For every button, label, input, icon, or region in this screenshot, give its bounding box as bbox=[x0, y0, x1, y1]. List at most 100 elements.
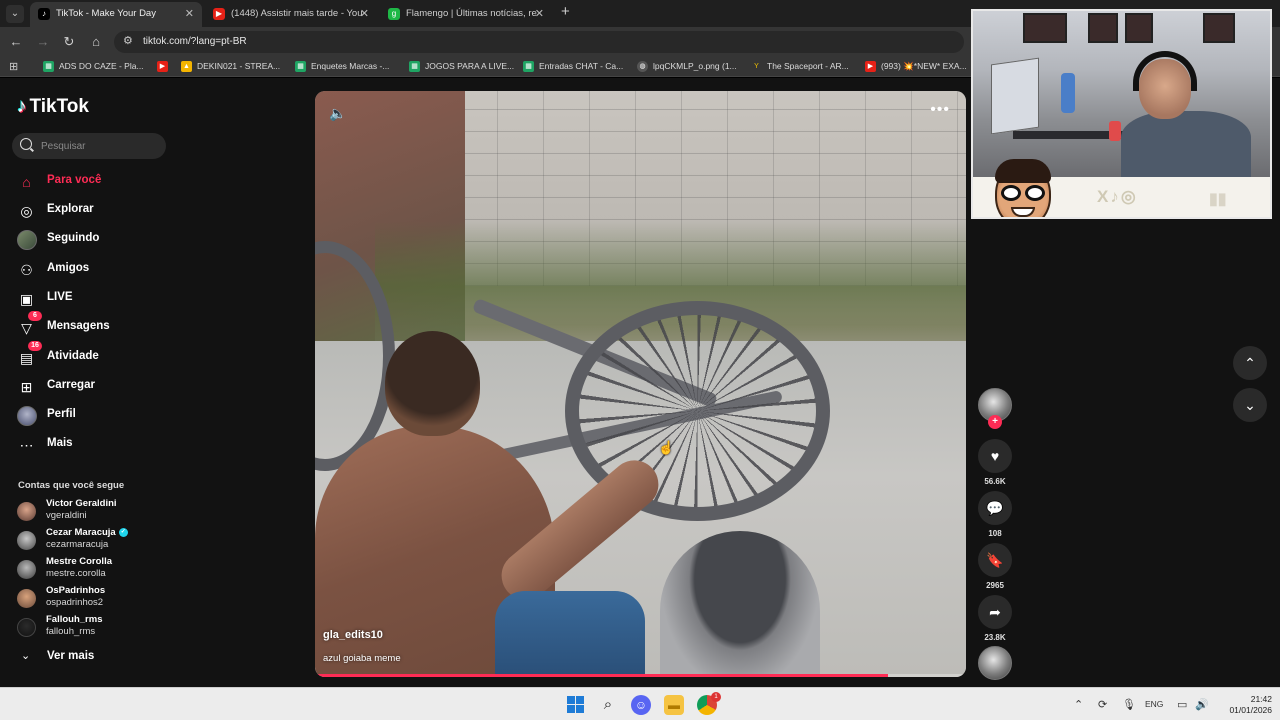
bookmark-icon[interactable]: 🔖 bbox=[978, 543, 1012, 577]
following-avatar bbox=[17, 230, 37, 250]
live-icon: ▣ bbox=[19, 291, 34, 307]
nav-mais[interactable]: ⋯ Mais bbox=[17, 434, 167, 456]
home-icon[interactable]: ⌂ bbox=[87, 33, 105, 51]
site-info-icon[interactable]: ⚙ bbox=[123, 34, 133, 47]
sheets-icon: ▦ bbox=[523, 61, 534, 72]
reload-icon[interactable]: ↻ bbox=[60, 33, 78, 51]
chevron-down-icon: ⌄ bbox=[21, 650, 31, 662]
see-more-button[interactable]: ⌄ Ver mais bbox=[17, 648, 137, 666]
share-count: 23.8K bbox=[984, 633, 1006, 642]
heart-icon[interactable]: ♥ bbox=[978, 439, 1012, 473]
tab-tiktok[interactable]: ♪ TikTok - Make Your Day ✕ bbox=[30, 2, 202, 27]
windows-start-icon[interactable] bbox=[566, 695, 586, 715]
save-action[interactable]: 🔖 2965 bbox=[978, 543, 1012, 590]
search-bar[interactable] bbox=[12, 133, 166, 159]
network-icon[interactable]: ▭ bbox=[1177, 698, 1187, 711]
follow-plus-icon[interactable]: + bbox=[988, 415, 1002, 429]
back-icon[interactable]: ← bbox=[7, 33, 25, 51]
tiktok-logo[interactable]: ♪ TikTok bbox=[17, 96, 89, 118]
sound-disc-icon[interactable] bbox=[978, 646, 1012, 680]
nav-para-voce[interactable]: ⌂ Para você bbox=[17, 171, 167, 193]
social-icons: X♪◎ bbox=[1097, 187, 1138, 207]
tab-title: TikTok - Make Your Day bbox=[56, 8, 156, 19]
bookmark-item[interactable]: ▦ Enquetes Marcas -... bbox=[295, 59, 389, 74]
nav-atividade[interactable]: ▤ 16 Atividade bbox=[17, 341, 167, 369]
nav-amigos[interactable]: ⚇ Amigos bbox=[17, 259, 167, 281]
url-text: tiktok.com/?lang=pt-BR bbox=[143, 36, 247, 47]
tab-youtube[interactable]: ▶ (1448) Assistir mais tarde - You ✕ bbox=[205, 2, 377, 27]
comment-action[interactable]: 💬 108 bbox=[978, 491, 1012, 538]
system-clock[interactable]: 21:42 01/01/2026 bbox=[1216, 694, 1272, 716]
mouse-cursor-icon: ☝ bbox=[658, 440, 675, 455]
nav-explorar[interactable]: ◎ Explorar bbox=[17, 200, 167, 222]
following-account[interactable]: Cezar Maracuja ✓ cezarmaracuja bbox=[17, 527, 167, 553]
sheets-icon: ▦ bbox=[409, 61, 420, 72]
bookmark-item[interactable]: ◍ lpqCKMLP_o.png (1... bbox=[637, 59, 737, 74]
following-account[interactable]: OsPadrinhos ospadrinhos2 bbox=[17, 585, 167, 611]
nav-live[interactable]: ▣ LIVE bbox=[17, 288, 167, 310]
tab-flamengo[interactable]: g Flamengo | Últimas notícias, re ✕ bbox=[380, 2, 552, 27]
video-progress-bar[interactable] bbox=[315, 674, 966, 677]
volume-icon[interactable]: 🔈 bbox=[329, 105, 346, 122]
tab-search-button[interactable]: ⌄ bbox=[6, 5, 24, 23]
instagram-icon: ◎ bbox=[1120, 187, 1138, 206]
share-action[interactable]: ➦ 23.8K bbox=[978, 595, 1012, 642]
volume-icon[interactable]: 🔊 bbox=[1195, 698, 1209, 711]
tab-title: Flamengo | Últimas notícias, re bbox=[406, 8, 537, 19]
bookmark-item[interactable]: ▦ JOGOS PARA A LIVE... bbox=[409, 59, 514, 74]
spaceport-icon: Y bbox=[754, 63, 759, 70]
following-account[interactable]: Mestre Corolla mestre.corolla bbox=[17, 556, 167, 582]
screen: ⌄ ♪ TikTok - Make Your Day ✕ ▶ (1448) As… bbox=[0, 0, 1280, 720]
notification-badge: 6 bbox=[28, 311, 42, 321]
microphone-icon[interactable]: 🎙 bbox=[1122, 698, 1136, 711]
streamer bbox=[1109, 51, 1251, 177]
video-player[interactable]: 🔈 ••• ☝ gla_edits10 azul goiaba meme bbox=[315, 91, 966, 677]
apps-grid-icon[interactable]: ⊞ bbox=[9, 60, 18, 73]
following-account[interactable]: Fallouh_rms fallouh_rms bbox=[17, 614, 167, 640]
close-icon[interactable]: ✕ bbox=[185, 2, 194, 26]
brand-logo: ▮▮ bbox=[1209, 191, 1227, 208]
nav-seguindo[interactable]: Seguindo bbox=[17, 229, 167, 251]
comment-icon[interactable]: 💬 bbox=[978, 491, 1012, 525]
forward-icon[interactable]: → bbox=[34, 33, 52, 51]
share-icon[interactable]: ➦ bbox=[978, 595, 1012, 629]
language-indicator[interactable]: ENG bbox=[1145, 699, 1163, 709]
nav-perfil[interactable]: Perfil bbox=[17, 405, 167, 427]
bookmark-item[interactable]: ▦ ADS DO CAZE - Pla... bbox=[43, 59, 144, 74]
search-icon[interactable]: ⌕ bbox=[598, 695, 618, 715]
chevron-up-icon[interactable]: ⌃ bbox=[1074, 698, 1083, 711]
discord-icon[interactable]: ☺ bbox=[631, 695, 651, 715]
youtube-icon: ▶ bbox=[157, 61, 168, 72]
video-frame-person bbox=[315, 331, 669, 677]
notification-badge: 16 bbox=[28, 341, 42, 351]
youtube-icon: ▶ bbox=[213, 8, 225, 20]
sheets-icon: ▦ bbox=[295, 61, 306, 72]
more-options-icon[interactable]: ••• bbox=[930, 101, 950, 119]
x-icon: X bbox=[1097, 187, 1111, 206]
search-icon bbox=[20, 138, 32, 150]
video-author[interactable]: gla_edits10 bbox=[323, 629, 383, 641]
nav-mensagens[interactable]: ▽ 6 Mensagens bbox=[17, 311, 167, 339]
chevron-down-icon[interactable]: ⌄ bbox=[1233, 388, 1267, 422]
bookmark-item[interactable]: ▶ bbox=[157, 59, 173, 74]
close-icon[interactable]: ✕ bbox=[360, 2, 369, 26]
like-action[interactable]: ♥ 56.6K bbox=[978, 439, 1012, 486]
chevron-up-icon[interactable]: ⌃ bbox=[1233, 346, 1267, 380]
sync-icon[interactable]: ⟳ bbox=[1098, 698, 1107, 711]
close-icon[interactable]: ✕ bbox=[535, 2, 544, 26]
file-explorer-icon[interactable]: ▬ bbox=[664, 695, 684, 715]
bookmark-item[interactable]: ▶ (993) 💥*NEW* EXA... bbox=[865, 59, 967, 74]
nav-carregar[interactable]: ⊞ Carregar bbox=[17, 376, 167, 398]
search-input[interactable] bbox=[41, 138, 161, 154]
bookmark-item[interactable]: ▲ DEKIN021 - STREA... bbox=[181, 59, 280, 74]
url-input[interactable]: ⚙ tiktok.com/?lang=pt-BR bbox=[114, 31, 964, 53]
bookmark-item[interactable]: Y The Spaceport - AR... bbox=[751, 59, 849, 74]
webcam-feed bbox=[973, 11, 1270, 177]
following-account[interactable]: Victor Geraldini vgeraldini bbox=[17, 498, 167, 524]
home-icon: ⌂ bbox=[22, 174, 31, 190]
bookmark-item[interactable]: ▦ Entradas CHAT - Ca... bbox=[523, 59, 623, 74]
youtube-icon: ▶ bbox=[865, 61, 876, 72]
new-tab-button[interactable]: + bbox=[561, 3, 570, 20]
avatar bbox=[17, 531, 36, 550]
ge-icon: g bbox=[388, 8, 400, 20]
